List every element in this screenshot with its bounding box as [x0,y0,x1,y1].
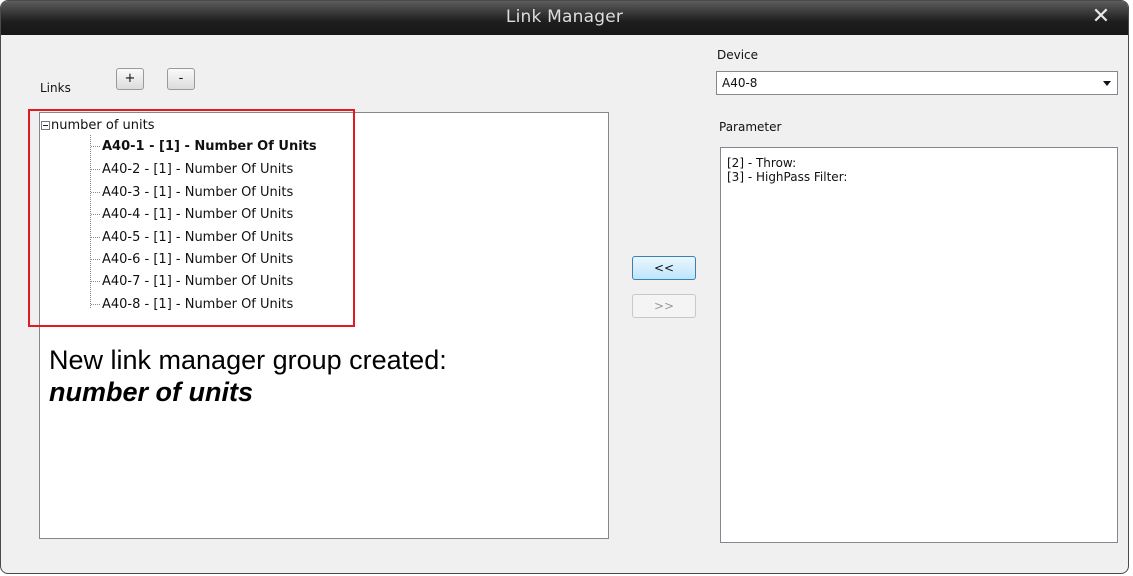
device-selected-value: A40-8 [722,76,758,90]
remove-link-button[interactable]: - [167,68,195,90]
annotation-line-1: New link manager group created: [49,345,447,375]
link-manager-window: Link Manager ✕ Links + - number of units… [0,0,1129,574]
chevron-down-icon [1103,81,1111,86]
parameter-label: Parameter [719,120,782,134]
move-right-button[interactable]: >> [632,294,696,318]
add-link-button[interactable]: + [116,68,144,90]
parameter-item[interactable]: [2] - Throw: [727,156,796,171]
annotation-text: New link manager group created: number o… [49,344,447,408]
move-left-button[interactable]: << [632,256,696,280]
highlight-box [28,109,355,327]
links-label: Links [40,81,71,95]
parameter-list-panel[interactable] [720,147,1118,543]
window-title: Link Manager [505,7,624,27]
device-label: Device [717,48,759,62]
device-select[interactable]: A40-8 [716,71,1118,95]
title-bar: Link Manager ✕ [1,1,1128,35]
parameter-item[interactable]: [3] - HighPass Filter: [727,170,847,185]
close-icon[interactable]: ✕ [1088,3,1114,31]
annotation-line-2: number of units [49,377,253,407]
